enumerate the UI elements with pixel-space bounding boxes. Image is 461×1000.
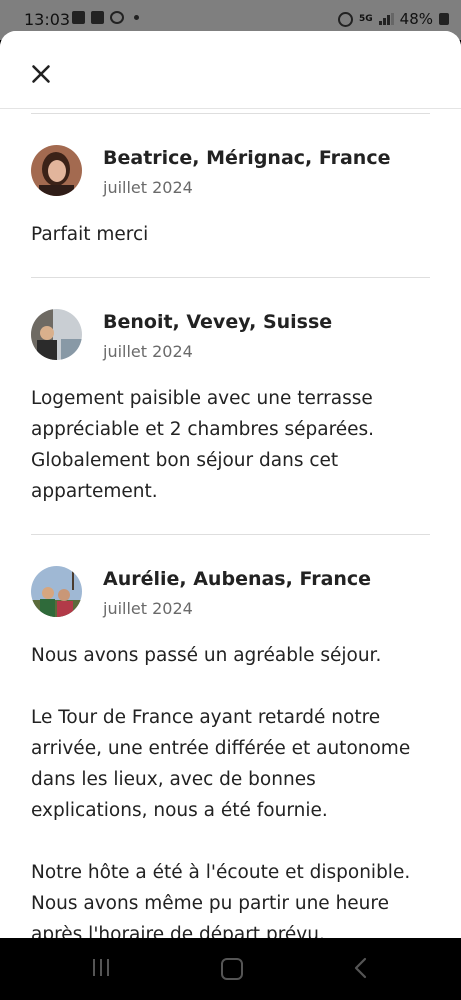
recent-apps-button[interactable] [93, 959, 109, 976]
review-date: juillet 2024 [103, 342, 193, 361]
battery-icon [439, 13, 449, 25]
close-icon [32, 65, 50, 83]
gallery-icon [72, 11, 85, 24]
reviewer-name: Beatrice, Mérignac, France [103, 147, 391, 169]
back-icon [354, 957, 367, 979]
avatar[interactable] [31, 145, 82, 196]
divider [31, 113, 430, 114]
avatar[interactable] [31, 566, 82, 617]
close-button[interactable] [24, 57, 58, 91]
reviewer-name: Benoit, Vevey, Suisse [103, 311, 333, 333]
sheet-header [0, 31, 461, 109]
battery-percent: 48% [399, 10, 433, 28]
system-icons: 5G 48% [338, 10, 449, 28]
signal-icon [378, 13, 394, 25]
review-paragraph: Parfait merci [31, 224, 149, 245]
recent-apps-icon [93, 959, 95, 976]
status-time: 13:03 [24, 10, 71, 29]
calendar-icon [91, 11, 104, 24]
review-date: juillet 2024 [103, 178, 193, 197]
review-paragraph: Notre hôte a été à l'écoute et disponibl… [31, 862, 411, 938]
alarm-icon [338, 11, 353, 27]
divider [31, 534, 430, 535]
review-paragraph: Nous avons passé un agréable séjour. [31, 645, 382, 666]
message-icon [110, 11, 124, 24]
review-text: Nous avons passé un agréable séjour. Le … [31, 640, 431, 938]
avatar[interactable] [31, 309, 82, 360]
review-paragraph: Logement paisible avec une terrasse appr… [31, 388, 375, 502]
more-notifications-icon [134, 15, 139, 20]
network-type: 5G [359, 13, 373, 24]
back-button[interactable] [352, 956, 370, 984]
review-date: juillet 2024 [103, 599, 193, 618]
review-paragraph: Le Tour de France ayant retardé notre ar… [31, 707, 411, 821]
navigation-bar [0, 938, 461, 1000]
reviews-sheet[interactable]: Beatrice, Mérignac, France juillet 2024 … [0, 31, 461, 938]
review-text: Logement paisible avec une terrasse appr… [31, 383, 431, 507]
reviewer-name: Aurélie, Aubenas, France [103, 568, 372, 590]
divider [31, 277, 430, 278]
review-text: Parfait merci [31, 219, 431, 250]
home-button[interactable] [221, 958, 243, 980]
notification-icons [72, 11, 139, 24]
